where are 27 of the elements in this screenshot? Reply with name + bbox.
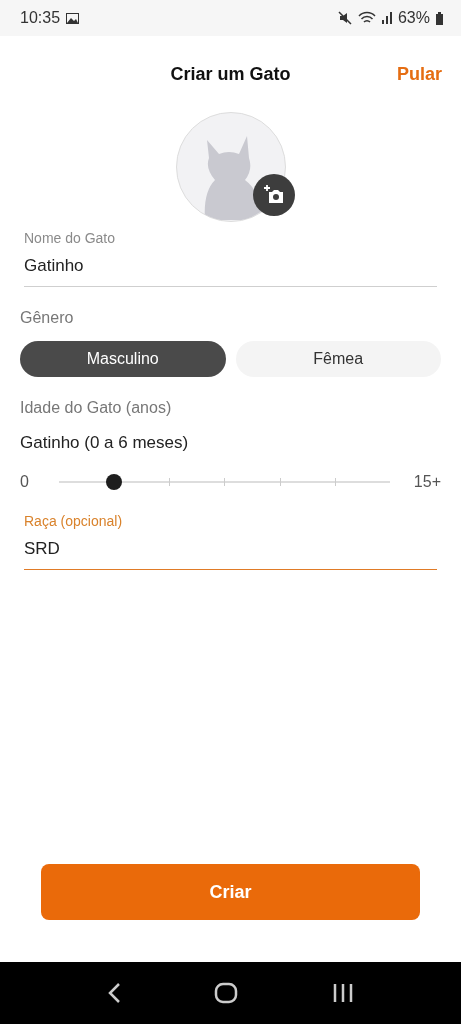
field-label: Raça (opcional) xyxy=(24,513,124,529)
field-label: Nome do Gato xyxy=(24,230,117,246)
image-icon xyxy=(66,12,80,24)
field-value: Gatinho xyxy=(24,256,85,276)
status-time: 10:35 xyxy=(20,9,61,27)
home-icon[interactable] xyxy=(214,982,239,1004)
breed-field[interactable]: Raça (opcional) SRD xyxy=(24,513,437,570)
slider-thumb[interactable] xyxy=(106,474,123,490)
back-icon[interactable] xyxy=(106,982,121,1004)
name-field[interactable]: Nome do Gato Gatinho xyxy=(24,230,437,287)
field-value: SRD xyxy=(24,539,61,559)
wifi-icon xyxy=(357,11,376,25)
page-title: Criar um Gato xyxy=(170,63,291,85)
age-slider[interactable] xyxy=(58,473,390,491)
gender-option[interactable]: Fêmea xyxy=(235,341,441,377)
recent-apps-icon[interactable] xyxy=(332,983,355,1003)
gender-option[interactable]: Masculino xyxy=(20,341,226,377)
slider-min-label: 0 xyxy=(20,473,29,491)
battery-percent: 63% xyxy=(397,9,430,27)
age-value: Gatinho (0 a 6 meses) xyxy=(20,433,190,453)
signal-icon xyxy=(381,12,392,24)
slider-max-label: 15+ xyxy=(413,473,441,491)
camera-plus-icon xyxy=(262,185,285,205)
mute-icon xyxy=(337,11,352,25)
age-label: Idade do Gato (anos) xyxy=(20,399,173,417)
battery-icon xyxy=(436,11,443,25)
gender-label: Gênero xyxy=(20,309,75,327)
